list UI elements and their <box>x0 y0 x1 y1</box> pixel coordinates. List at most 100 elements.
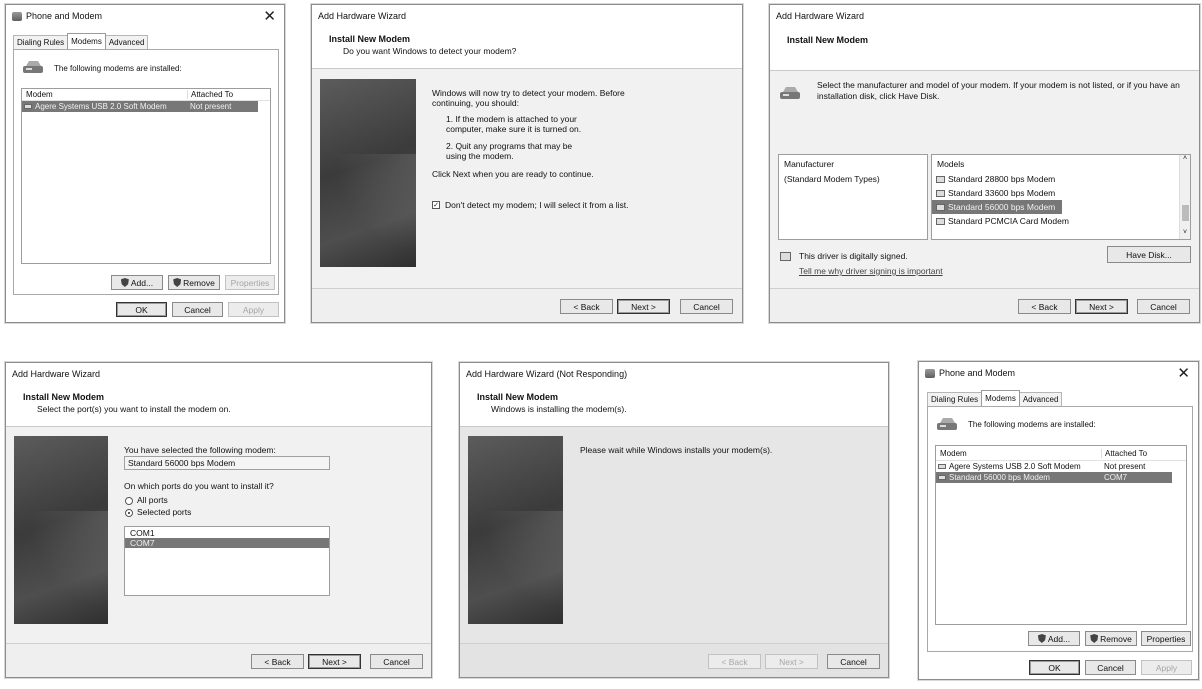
tab-strip: Dialing Rules Modems Advanced <box>13 33 149 49</box>
models-list[interactable]: Models Standard 28800 bps Modem Standard… <box>931 154 1191 240</box>
col-attached-to[interactable]: Attached To <box>1101 448 1147 458</box>
installed-label: The following modems are installed: <box>968 420 1096 429</box>
models-header: Models <box>937 159 965 169</box>
table-row[interactable]: Standard 56000 bps Modem COM7 <box>936 472 1172 483</box>
dont-detect-checkbox[interactable]: ✓ Don't detect my modem; I will select i… <box>432 200 628 210</box>
col-modem[interactable]: Modem <box>22 90 187 99</box>
model-item-selected[interactable]: Standard 56000 bps Modem <box>932 200 1062 214</box>
wizard-header: Install New Modem <box>770 27 1199 71</box>
cancel-button[interactable]: Cancel <box>827 654 880 669</box>
header-title: Install New Modem <box>329 34 411 44</box>
modem-icon <box>937 418 957 430</box>
continue-text: Click Next when you are ready to continu… <box>432 169 594 179</box>
driver-signing-link[interactable]: Tell me why driver signing is important <box>799 266 943 276</box>
wizard-header: Install New Modem Select the port(s) you… <box>6 385 431 427</box>
step-2: 2. Quit any programs that may be using t… <box>446 141 573 161</box>
model-item[interactable]: Standard 28800 bps Modem <box>932 172 1190 186</box>
wizard-installing-window: Add Hardware Wizard (Not Responding) Ins… <box>459 362 889 678</box>
radio-circle[interactable] <box>125 496 133 505</box>
col-attached-to[interactable]: Attached To <box>187 90 233 99</box>
back-button[interactable]: < Back <box>251 654 304 669</box>
ports-list[interactable]: COM1 COM7 <box>124 526 330 596</box>
wizard-header: Install New Modem Windows is installing … <box>460 385 888 427</box>
table-row[interactable]: Agere Systems USB 2.0 Soft Modem Not pre… <box>22 101 258 112</box>
header-title: Install New Modem <box>23 392 105 402</box>
modem-list[interactable]: Modem Attached To Agere Systems USB 2.0 … <box>21 88 271 264</box>
ok-button[interactable]: OK <box>116 302 167 317</box>
modem-small-icon <box>938 464 946 470</box>
cancel-button[interactable]: Cancel <box>1085 660 1136 675</box>
cancel-button[interactable]: Cancel <box>370 654 423 669</box>
wizard-body: Please wait while Windows installs your … <box>460 427 888 645</box>
shield-icon <box>173 278 182 287</box>
phone-modem-window-1: Phone and Modem ✕ Dialing Rules Modems A… <box>5 4 285 323</box>
back-button[interactable]: < Back <box>708 654 761 669</box>
modem-list[interactable]: Modem Attached To Agere Systems USB 2.0 … <box>935 445 1187 625</box>
port-item[interactable]: COM1 <box>125 528 329 538</box>
tab-advanced[interactable]: Advanced <box>104 35 149 49</box>
window-title: Add Hardware Wizard <box>12 369 101 379</box>
shield-icon <box>1090 634 1099 643</box>
close-icon[interactable]: ✕ <box>263 9 276 24</box>
cancel-button[interactable]: Cancel <box>172 302 223 317</box>
manufacturer-list[interactable]: Manufacturer (Standard Modem Types) <box>778 154 928 240</box>
manufacturer-item[interactable]: (Standard Modem Types) <box>779 172 927 186</box>
driver-icon <box>936 203 945 211</box>
row-modem: Standard 56000 bps Modem <box>936 473 1101 482</box>
next-button[interactable]: Next > <box>308 654 361 669</box>
installed-label: The following modems are installed: <box>54 64 182 73</box>
tab-dialing-rules[interactable]: Dialing Rules <box>927 392 983 406</box>
title-bar: Add Hardware Wizard <box>6 363 431 385</box>
checkbox-box[interactable]: ✓ <box>432 201 440 209</box>
properties-button[interactable]: Properties <box>1141 631 1191 646</box>
next-button[interactable]: Next > <box>1075 299 1128 314</box>
models-scrollbar[interactable]: ˄ ˅ <box>1179 155 1190 239</box>
scroll-thumb[interactable] <box>1182 205 1189 221</box>
port-item-selected[interactable]: COM7 <box>125 538 329 548</box>
properties-button[interactable]: Properties <box>225 275 275 290</box>
all-ports-radio[interactable]: All ports <box>125 495 168 505</box>
checkbox-label: Don't detect my modem; I will select it … <box>445 200 629 210</box>
row-attached: COM7 <box>1104 473 1128 482</box>
tab-dialing-rules[interactable]: Dialing Rules <box>13 35 69 49</box>
tab-advanced[interactable]: Advanced <box>1018 392 1063 406</box>
remove-button[interactable]: Remove <box>168 275 220 290</box>
apply-button[interactable]: Apply <box>228 302 279 317</box>
next-button[interactable]: Next > <box>765 654 818 669</box>
ok-button[interactable]: OK <box>1029 660 1080 675</box>
add-button[interactable]: Add... <box>1028 631 1080 646</box>
window-title: Phone and Modem <box>939 368 1016 378</box>
tab-modems[interactable]: Modems <box>67 33 106 49</box>
window-title: Add Hardware Wizard <box>318 11 407 21</box>
model-item[interactable]: Standard 33600 bps Modem <box>932 186 1190 200</box>
wizard-footer: < Back Next > Cancel <box>312 288 742 322</box>
cancel-button[interactable]: Cancel <box>680 299 733 314</box>
cancel-button[interactable]: Cancel <box>1137 299 1190 314</box>
wizard-header: Install New Modem Do you want Windows to… <box>312 27 742 69</box>
ports-question: On which ports do you want to install it… <box>124 481 274 491</box>
have-disk-button[interactable]: Have Disk... <box>1107 246 1191 263</box>
manufacturer-header: Manufacturer <box>784 159 835 169</box>
title-bar: Phone and Modem ✕ <box>919 362 1198 384</box>
col-modem[interactable]: Modem <box>936 449 1101 458</box>
chevron-down-icon[interactable]: ˅ <box>1180 229 1190 239</box>
close-icon[interactable]: ✕ <box>1177 366 1190 381</box>
model-item[interactable]: Standard PCMCIA Card Modem <box>932 214 1190 228</box>
installing-message: Please wait while Windows installs your … <box>580 445 773 455</box>
wizard-detect-window: Add Hardware Wizard Install New Modem Do… <box>311 4 743 323</box>
header-subtitle: Do you want Windows to detect your modem… <box>343 46 517 56</box>
add-button[interactable]: Add... <box>111 275 163 290</box>
remove-button[interactable]: Remove <box>1085 631 1137 646</box>
tab-modems[interactable]: Modems <box>981 390 1020 406</box>
selected-ports-radio[interactable]: Selected ports <box>125 507 191 517</box>
driver-icon <box>936 189 945 197</box>
back-button[interactable]: < Back <box>1018 299 1071 314</box>
back-button[interactable]: < Back <box>560 299 613 314</box>
table-row[interactable]: Agere Systems USB 2.0 Soft Modem Not pre… <box>936 461 1186 472</box>
modems-panel: The following modems are installed: Mode… <box>13 49 279 295</box>
modem-small-icon <box>24 104 32 110</box>
chevron-up-icon[interactable]: ˄ <box>1180 155 1190 165</box>
radio-circle[interactable] <box>125 508 133 517</box>
apply-button[interactable]: Apply <box>1141 660 1192 675</box>
next-button[interactable]: Next > <box>617 299 670 314</box>
